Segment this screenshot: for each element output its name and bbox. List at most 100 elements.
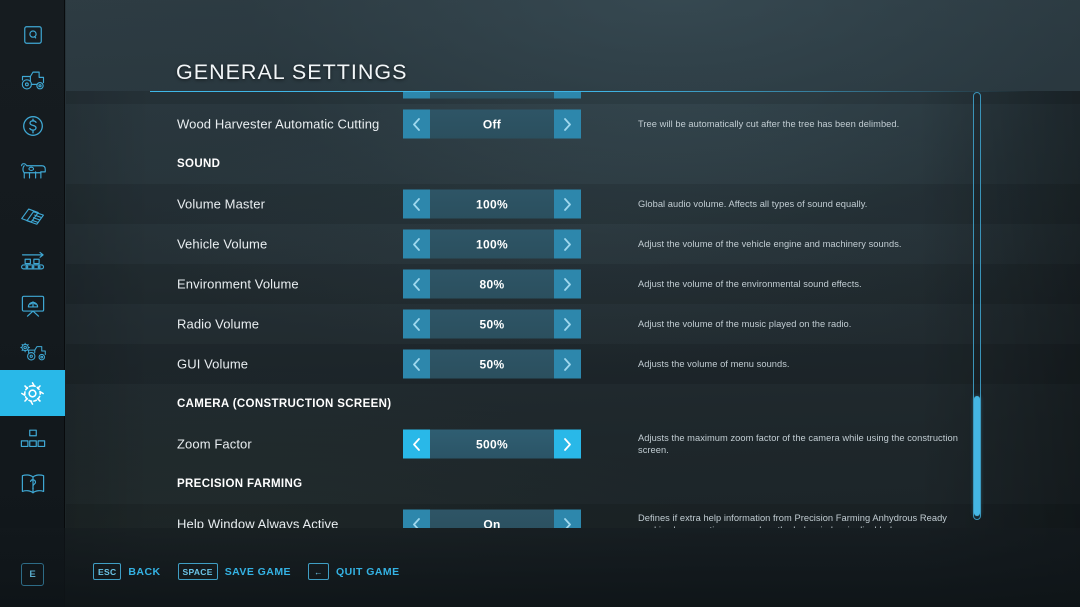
save-game-action[interactable]: SPACE SAVE GAME [178, 563, 291, 580]
quest-q-icon [22, 24, 44, 46]
chevron-right-icon[interactable] [554, 190, 581, 219]
chevron-left-icon[interactable] [403, 430, 430, 459]
chevron-right-icon[interactable] [554, 270, 581, 299]
setting-selector[interactable]: On [403, 510, 581, 529]
settings-list: Input Help ModeAutoWood Harvester Automa… [66, 91, 1080, 528]
setting-selector[interactable]: 100% [403, 230, 581, 259]
chevron-right-icon[interactable] [554, 350, 581, 379]
sidebar-item-mods[interactable] [0, 416, 65, 461]
chevron-left-icon[interactable] [403, 110, 430, 139]
sidebar [0, 0, 65, 607]
tractor-gear-icon [19, 340, 47, 362]
setting-selector[interactable]: 80% [403, 270, 581, 299]
chevron-right-icon[interactable] [554, 230, 581, 259]
sidebar-item-vehicles[interactable] [0, 57, 65, 102]
sidebar-item-animals[interactable] [0, 148, 65, 193]
settings-row[interactable]: Zoom Factor 500% Adjusts the maximum zoom … [66, 424, 1080, 464]
setting-selector[interactable]: 50% [403, 310, 581, 339]
chevron-right-icon[interactable] [554, 510, 581, 529]
dollar-coin-icon [21, 114, 45, 138]
setting-value: 100% [430, 230, 554, 259]
gear-icon [20, 381, 45, 406]
setting-value: Auto [430, 91, 554, 99]
setting-value: 80% [430, 270, 554, 299]
setting-description: Adjust the volume of the vehicle engine … [638, 238, 958, 250]
setting-description: Global audio volume. Affects all types o… [638, 198, 958, 210]
setting-selector[interactable]: Off [403, 110, 581, 139]
key-badge: ← [308, 563, 329, 580]
sidebar-item-general-settings[interactable] [0, 370, 65, 416]
key-badge: ESC [93, 563, 121, 580]
chevron-left-icon[interactable] [403, 190, 430, 219]
setting-description: Adjusts the maximum zoom factor of the c… [638, 432, 958, 456]
footer-actions: ESCBACK SPACE SAVE GAME ←QUIT GAME [93, 563, 400, 580]
action-label: SAVE GAME [225, 566, 291, 578]
setting-value: Off [430, 110, 554, 139]
settings-row[interactable]: Wood Harvester Automatic Cutting Off Tree … [66, 104, 1080, 144]
production-chain-icon [19, 250, 47, 272]
sidebar-footer-key[interactable]: E [21, 563, 44, 586]
chevron-left-icon[interactable] [403, 91, 430, 99]
settings-row[interactable]: Volume Master 100% Global audio volume. Af… [66, 184, 1080, 224]
sidebar-item-production[interactable] [0, 238, 65, 283]
key-badge: SPACE [178, 563, 218, 580]
chevron-left-icon[interactable] [403, 350, 430, 379]
setting-selector[interactable]: 100% [403, 190, 581, 219]
chevron-right-icon[interactable] [554, 91, 581, 99]
setting-selector[interactable]: 50% [403, 350, 581, 379]
quit-game-action[interactable]: ←QUIT GAME [308, 563, 400, 580]
setting-description: Defines if extra help information from P… [638, 512, 958, 528]
setting-label: Wood Harvester Automatic Cutting [177, 117, 379, 132]
scrollbar-thumb[interactable] [974, 396, 980, 516]
settings-section-header: CAMERA (CONSTRUCTION SCREEN) [66, 384, 1080, 424]
presentation-board-icon [20, 294, 46, 318]
settings-screen: Input Help ModeAutoWood Harvester Automa… [0, 0, 1080, 607]
header-divider [150, 91, 1030, 92]
documents-icon [20, 205, 46, 227]
settings-row[interactable]: Radio Volume50%Adjust the volume of the … [66, 304, 1080, 344]
setting-description: Adjusts the volume of menu sounds. [638, 358, 958, 370]
page-title: GENERAL SETTINGS [176, 60, 407, 85]
sidebar-item-contracts[interactable] [0, 193, 65, 238]
help-book-icon [20, 472, 46, 496]
settings-section-header: PRECISION FARMING [66, 464, 1080, 504]
setting-description: Adjust the volume of the environmental s… [638, 278, 958, 290]
chevron-right-icon[interactable] [554, 110, 581, 139]
scrollbar[interactable] [973, 92, 981, 520]
settings-row[interactable]: GUI Volume 50% Adjusts the volume of menu … [66, 344, 1080, 384]
setting-selector[interactable]: Auto [403, 91, 581, 99]
sidebar-item-vehicle-settings[interactable] [0, 328, 65, 373]
chevron-left-icon[interactable] [403, 270, 430, 299]
sidebar-item-finances[interactable] [0, 103, 65, 148]
setting-value: 50% [430, 310, 554, 339]
chevron-left-icon[interactable] [403, 310, 430, 339]
chevron-left-icon[interactable] [403, 230, 430, 259]
setting-label: GUI Volume [177, 357, 248, 372]
chevron-right-icon[interactable] [554, 430, 581, 459]
chevron-left-icon[interactable] [403, 510, 430, 529]
setting-label: Help Window Always Active [177, 517, 338, 529]
tractor-icon [19, 69, 47, 91]
setting-selector[interactable]: 500% [403, 430, 581, 459]
setting-label: Vehicle Volume [177, 237, 267, 252]
setting-label: Environment Volume [177, 277, 299, 292]
sidebar-item-quests[interactable] [0, 12, 65, 57]
settings-row[interactable]: Help Window Always Active On Defines if ex… [66, 504, 1080, 528]
setting-description: Tree will be automatically cut after the… [638, 118, 958, 130]
settings-row[interactable]: Vehicle Volume 100% Adjust the volume of t… [66, 224, 1080, 264]
settings-section-header: SOUND [66, 144, 1080, 184]
chevron-right-icon[interactable] [554, 310, 581, 339]
setting-label: Zoom Factor [177, 437, 252, 452]
sidebar-item-statistics[interactable] [0, 283, 65, 328]
mods-blocks-icon [20, 428, 46, 450]
setting-label: Volume Master [177, 197, 265, 212]
sidebar-item-help[interactable] [0, 461, 65, 506]
settings-row[interactable]: Environment Volume 80% Adjust the volume o… [66, 264, 1080, 304]
setting-value: 100% [430, 190, 554, 219]
section-label: CAMERA (CONSTRUCTION SCREEN) [177, 398, 391, 410]
settings-row[interactable]: Input Help ModeAuto [66, 91, 1080, 104]
back-action[interactable]: ESCBACK [93, 563, 161, 580]
setting-value: 50% [430, 350, 554, 379]
section-label: SOUND [177, 158, 220, 170]
setting-label: Radio Volume [177, 317, 259, 332]
